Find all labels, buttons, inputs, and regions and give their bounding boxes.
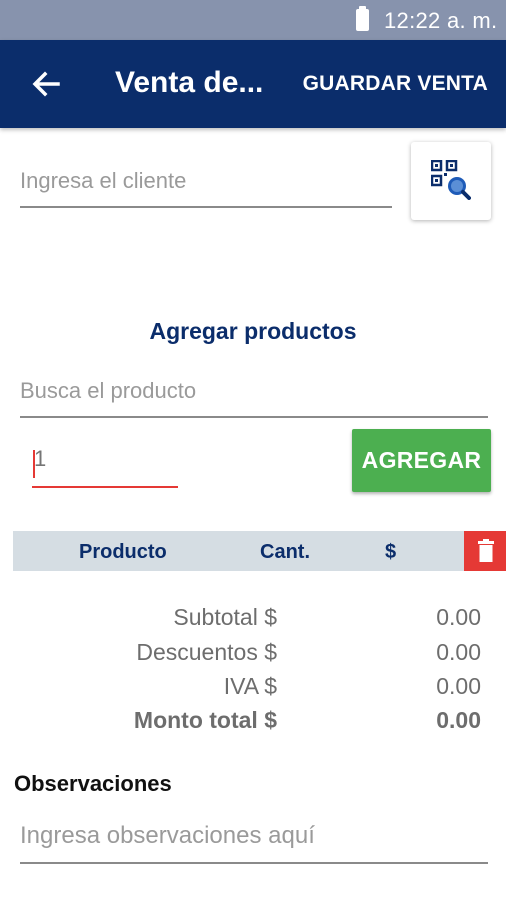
totals-row-iva: IVA $ 0.00 xyxy=(0,673,506,707)
delete-all-button[interactable] xyxy=(464,531,506,571)
add-product-button[interactable]: AGREGAR xyxy=(352,429,491,492)
app-bar: Venta de... GUARDAR VENTA xyxy=(0,40,506,128)
column-header-quantity: Cant. xyxy=(260,541,310,563)
page-title: Venta de... xyxy=(115,66,264,99)
products-table-header: Producto Cant. $ xyxy=(13,531,506,571)
product-search-input[interactable] xyxy=(20,378,488,404)
qr-search-icon xyxy=(431,160,471,200)
total-amount-value: 0.00 xyxy=(436,707,481,733)
subtotal-value: 0.00 xyxy=(436,604,481,630)
quantity-field-container xyxy=(32,446,178,488)
client-input[interactable] xyxy=(20,168,392,194)
total-amount-label: Monto total $ xyxy=(133,707,277,733)
observations-title: Observaciones xyxy=(14,771,172,796)
discounts-label: Descuentos $ xyxy=(136,639,277,665)
observations-field-container xyxy=(20,822,488,864)
iva-label: IVA $ xyxy=(223,673,277,699)
qr-search-button[interactable] xyxy=(411,142,491,220)
totals-row-discounts: Descuentos $ 0.00 xyxy=(0,639,506,673)
observations-input[interactable] xyxy=(20,822,488,850)
text-cursor xyxy=(33,450,35,478)
quantity-input[interactable] xyxy=(32,446,178,472)
battery-icon xyxy=(356,6,369,31)
totals-row-subtotal: Subtotal $ 0.00 xyxy=(0,604,506,638)
product-field-container xyxy=(20,378,488,418)
trash-icon xyxy=(478,539,494,562)
totals-row-total: Monto total $ 0.00 xyxy=(0,707,506,741)
subtotal-label: Subtotal $ xyxy=(173,604,277,630)
save-sale-button[interactable]: GUARDAR VENTA xyxy=(303,72,488,96)
status-time: 12:22 a. m. xyxy=(384,8,498,33)
status-bar: 12:22 a. m. xyxy=(0,0,506,40)
discounts-value: 0.00 xyxy=(436,639,481,665)
client-field-container xyxy=(20,168,392,208)
add-products-title: Agregar productos xyxy=(149,318,357,344)
column-header-product: Producto xyxy=(79,541,167,563)
column-header-price: $ xyxy=(385,541,397,563)
iva-value: 0.00 xyxy=(436,673,481,699)
back-arrow-icon[interactable] xyxy=(28,66,64,102)
